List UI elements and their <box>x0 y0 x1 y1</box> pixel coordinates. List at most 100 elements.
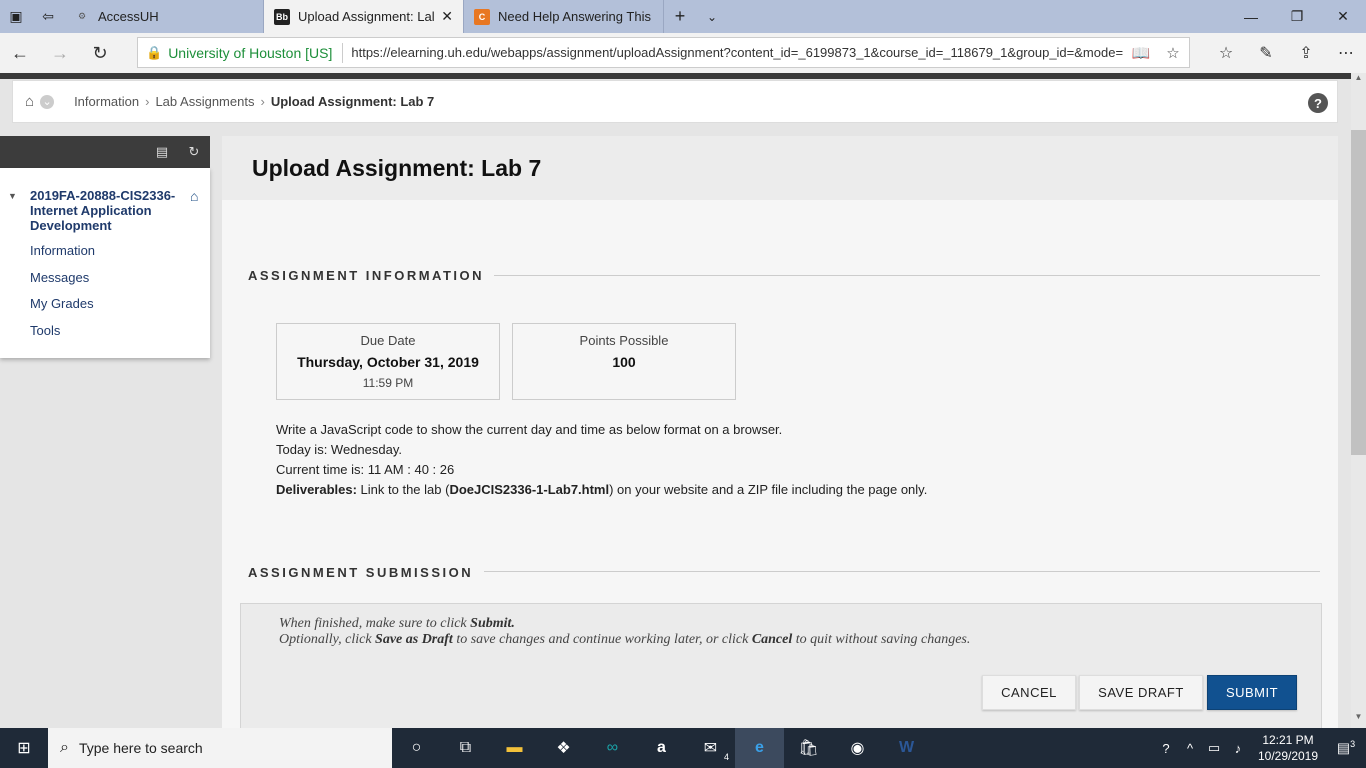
home-icon[interactable]: ⌂ <box>25 93 34 110</box>
note-emphasis: Save as Draft <box>375 632 453 647</box>
assignment-instructions: Write a JavaScript code to show the curr… <box>276 420 927 500</box>
note-emphasis: Submit. <box>470 616 515 631</box>
course-home-icon[interactable]: ⌂ <box>190 188 198 204</box>
note-text: to quit without saving changes. <box>792 632 971 647</box>
store-icon[interactable]: 🛍 <box>784 728 833 768</box>
section-title-submission: ASSIGNMENT SUBMISSION <box>248 565 474 580</box>
volume-icon[interactable]: ♪ <box>1226 741 1250 756</box>
clock-date: 10/29/2019 <box>1257 749 1319 763</box>
minimize-button[interactable]: — <box>1228 0 1274 33</box>
help-icon[interactable]: ? <box>1308 93 1328 113</box>
points-value: 100 <box>612 354 636 370</box>
more-icon[interactable]: ⋯ <box>1326 33 1366 73</box>
content-panel: Upload Assignment: Lab 7 ASSIGNMENT INFO… <box>222 136 1338 736</box>
notification-badge: 3 <box>1350 739 1356 750</box>
mail-icon[interactable]: ✉ 4 <box>686 728 735 768</box>
folder-view-icon[interactable]: ▤ <box>146 144 178 160</box>
collapse-caret-icon[interactable]: ▼ <box>8 191 17 201</box>
note-text: to save changes and continue working lat… <box>452 632 752 647</box>
windows-taskbar: ⊞ ⌕ Type here to search ○ ⧉ ▬ ❖ ∞ a ✉ 4 e… <box>0 728 1366 768</box>
course-title[interactable]: 2019FA-20888-CIS2336-Internet Applicatio… <box>30 188 180 233</box>
favorites-icon[interactable]: ☆ <box>1206 33 1246 73</box>
menu-item-tools[interactable]: Tools <box>30 323 60 338</box>
address-bar[interactable]: 🔒 University of Houston [US] https://ele… <box>137 37 1190 68</box>
tab-preview-chevron-icon[interactable]: ⌄ <box>696 0 728 33</box>
chrome-icon[interactable]: ◉ <box>833 728 882 768</box>
menu-item-my-grades[interactable]: My Grades <box>30 296 94 311</box>
dropbox-icon[interactable]: ❖ <box>539 728 588 768</box>
deliverables-file: DoeJCIS2336-1-Lab7.html <box>449 482 610 497</box>
note-text: Optionally, click <box>279 632 376 647</box>
scrollbar-thumb[interactable] <box>1351 130 1366 455</box>
chegg-icon: C <box>474 8 490 25</box>
scroll-up-icon[interactable]: ▲ <box>1351 73 1366 87</box>
share-icon[interactable]: ⇪ <box>1286 33 1326 73</box>
file-explorer-icon[interactable]: ▬ <box>490 728 539 768</box>
system-tray: ? ^ ▭ ♪ 12:21 PM 10/29/2019 ▤3 <box>1154 728 1366 768</box>
accessuh-icon: ⚙ <box>77 11 87 21</box>
cancel-button[interactable]: CANCEL <box>982 675 1076 710</box>
arduino-icon[interactable]: ∞ <box>588 728 637 768</box>
due-date-label: Due Date <box>360 333 416 348</box>
close-tab-icon[interactable]: ✕ <box>441 8 453 25</box>
points-label: Points Possible <box>579 333 669 348</box>
set-aside-tabs-icon[interactable]: ⇦ <box>32 0 64 33</box>
url-text[interactable]: https://elearning.uh.edu/webapps/assignm… <box>351 45 1125 60</box>
amazon-icon[interactable]: a <box>637 728 686 768</box>
deliverables-text: ) on your website and a ZIP file includi… <box>609 482 928 497</box>
breadcrumb-information[interactable]: Information <box>74 94 139 109</box>
tab-upload-assignment[interactable]: Bb Upload Assignment: Lal ✕ <box>264 0 464 33</box>
chevron-up-icon[interactable]: ^ <box>1178 741 1202 756</box>
points-box: Points Possible 100 <box>512 323 736 400</box>
tab-chegg[interactable]: C Need Help Answering This | <box>464 0 664 33</box>
cortana-icon[interactable]: ○ <box>392 728 441 768</box>
tab-title: Need Help Answering This | <box>498 9 653 24</box>
battery-icon[interactable]: ▭ <box>1202 740 1226 756</box>
scroll-down-icon[interactable]: ▼ <box>1351 712 1366 726</box>
web-note-icon[interactable]: ✎ <box>1246 33 1286 73</box>
breadcrumb-separator: › <box>260 94 265 109</box>
task-view-icon[interactable]: ⧉ <box>441 728 490 768</box>
deliverables-text: Link to the lab ( <box>356 482 450 497</box>
site-identity[interactable]: University of Houston [US] <box>168 45 332 61</box>
restore-button[interactable]: ❐ <box>1274 0 1320 33</box>
edge-icon[interactable]: e <box>735 728 784 768</box>
refresh-button[interactable]: ↻ <box>80 33 120 73</box>
search-icon: ⌕ <box>60 739 69 756</box>
chevron-down-icon[interactable]: ⌄ <box>40 94 55 109</box>
due-date-value: Thursday, October 31, 2019 <box>297 354 479 370</box>
tab-accessuh[interactable]: ⚙ AccessUH <box>64 0 264 33</box>
note-line: Optionally, click Save as Draft to save … <box>279 632 970 648</box>
clock[interactable]: 12:21 PM 10/29/2019 <box>1250 732 1326 764</box>
instruction-line: Current time is: 11 AM : 40 : 26 <box>276 462 455 477</box>
close-window-button[interactable]: ✕ <box>1320 0 1366 33</box>
submit-button[interactable]: SUBMIT <box>1207 675 1297 710</box>
instruction-line: Today is: Wednesday. <box>276 442 402 457</box>
back-button[interactable]: ← <box>0 33 40 73</box>
submission-note: When finished, make sure to click Submit… <box>279 616 970 648</box>
notification-center-icon[interactable]: ▤3 <box>1326 739 1366 757</box>
word-icon[interactable]: W <box>882 728 931 768</box>
note-text: When finished, make sure to click <box>279 616 471 631</box>
favorite-star-icon[interactable]: ☆ <box>1157 44 1189 62</box>
tab-title: AccessUH <box>98 9 159 24</box>
reading-view-icon[interactable]: 📖 <box>1125 44 1157 62</box>
deliverables-line: Deliverables: Link to the lab (DoeJCIS23… <box>276 480 927 500</box>
breadcrumb-separator: › <box>145 94 150 109</box>
due-date-box: Due Date Thursday, October 31, 2019 11:5… <box>276 323 500 400</box>
forward-button[interactable]: → <box>40 33 80 73</box>
tab-manager-icon[interactable]: ▣ <box>0 0 32 33</box>
new-tab-button[interactable]: + <box>664 0 696 33</box>
breadcrumb-lab-assignments[interactable]: Lab Assignments <box>155 94 254 109</box>
note-line: When finished, make sure to click Submit… <box>279 616 970 632</box>
taskbar-search[interactable]: ⌕ Type here to search <box>48 728 392 768</box>
menu-item-information[interactable]: Information <box>30 243 95 258</box>
mail-badge: 4 <box>723 752 729 762</box>
deliverables-label: Deliverables: <box>276 482 357 497</box>
menu-item-messages[interactable]: Messages <box>30 270 89 285</box>
help-tray-icon[interactable]: ? <box>1154 741 1178 756</box>
windows-start-icon[interactable]: ⊞ <box>0 728 48 768</box>
save-draft-button[interactable]: SAVE DRAFT <box>1079 675 1203 710</box>
clock-time: 12:21 PM <box>1262 733 1314 747</box>
refresh-menu-icon[interactable]: ↻ <box>178 144 210 160</box>
